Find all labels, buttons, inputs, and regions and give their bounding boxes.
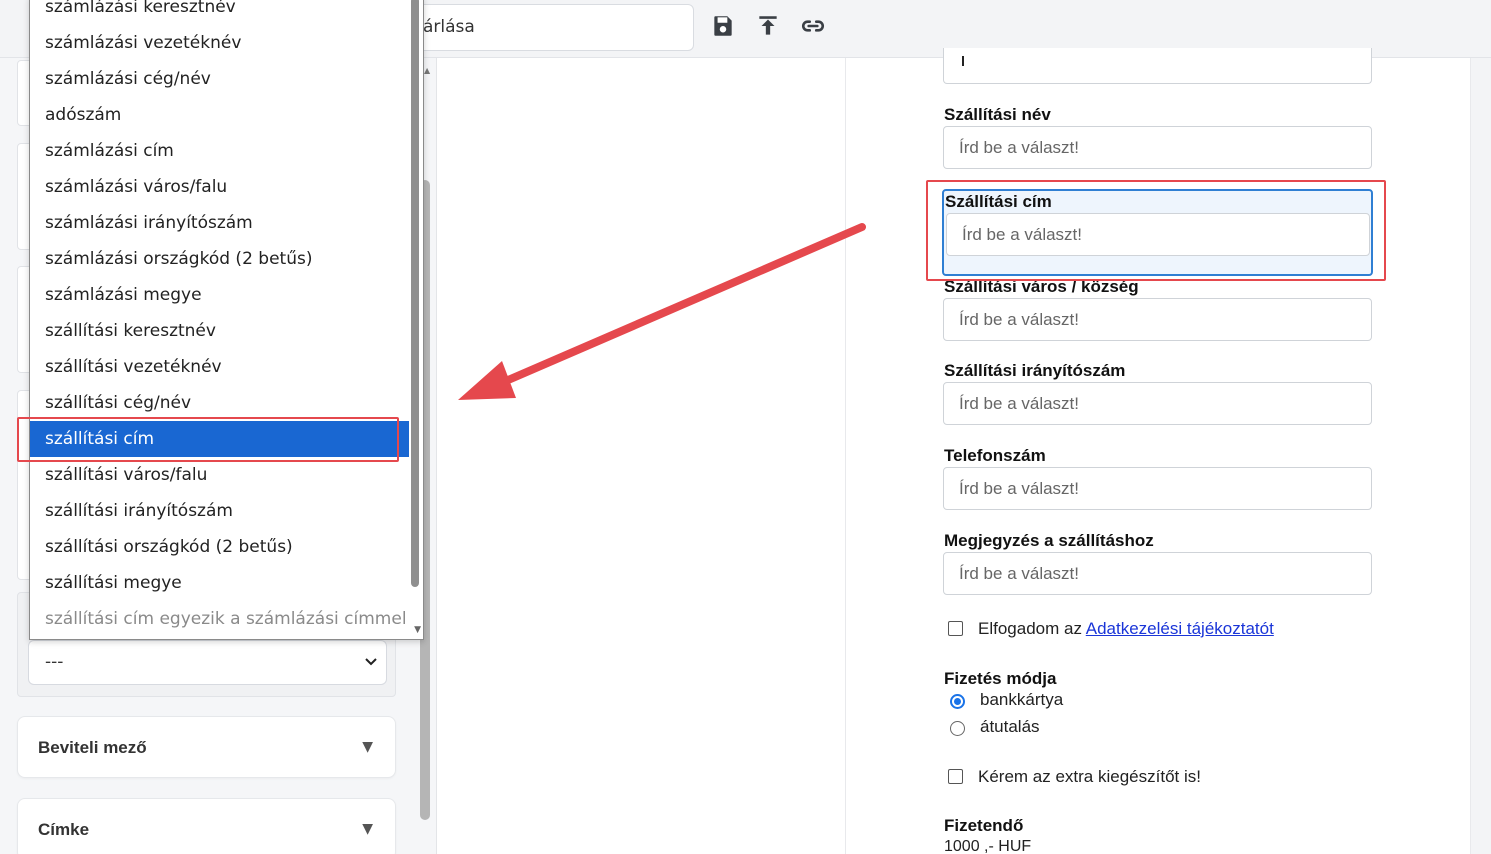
form-border <box>845 58 846 854</box>
accordion-label: Beviteli mező <box>38 738 147 757</box>
shipping-zip-input[interactable]: Írd be a választ! <box>943 382 1372 425</box>
annotation-arrow <box>458 223 866 400</box>
dropdown-scrollbar-thumb[interactable] <box>411 0 419 587</box>
dropdown-option[interactable]: számlázási cég/név <box>30 61 410 97</box>
radio-transfer[interactable] <box>950 721 965 736</box>
accordion-label: Címke <box>38 820 90 839</box>
field-mapping-dropdown-list[interactable]: számlázási keresztnév számlázási vezetékn… <box>29 0 424 640</box>
payment-method-label: Fizetés módja <box>944 669 1057 688</box>
accordion-label-field[interactable]: Címke ▼ <box>17 798 396 854</box>
form-input-partial[interactable] <box>943 48 1372 84</box>
accordion-input-field[interactable]: Beviteli mező ▼ <box>17 716 396 778</box>
extra-text: Kérem az extra kiegészítőt is! <box>978 767 1201 786</box>
shipping-name-input[interactable]: Írd be a választ! <box>943 126 1372 169</box>
dropdown-option[interactable]: szállítási megye <box>30 565 410 601</box>
caret-down-icon: ▼ <box>362 821 373 837</box>
field-label-shipping-zip: Szállítási irányítószám <box>944 361 1126 380</box>
privacy-text: Elfogadom az Adatkezelési tájékoztatót <box>978 619 1274 639</box>
radio-label-transfer: átutalás <box>980 717 1040 736</box>
dropdown-option[interactable]: számlázási megye <box>30 277 410 313</box>
dropdown-option[interactable]: szállítási irányítószám <box>30 493 410 529</box>
shipping-city-input[interactable]: Írd be a választ! <box>943 298 1372 341</box>
total-amount: 1000 ,- HUF <box>944 838 1032 854</box>
shipping-note-input[interactable]: Írd be a választ! <box>943 552 1372 595</box>
field-label-phone: Telefonszám <box>944 446 1046 465</box>
dropdown-option[interactable]: szállítási keresztnév <box>30 313 410 349</box>
phone-input[interactable]: Írd be a választ! <box>943 467 1372 510</box>
form-margin <box>1471 58 1491 854</box>
dropdown-option[interactable]: számlázási város/falu <box>30 169 410 205</box>
scroll-down-arrow[interactable]: ▼ <box>414 625 421 635</box>
dropdown-option[interactable]: számlázási keresztnév <box>30 0 410 25</box>
extra-checkbox[interactable] <box>948 769 963 784</box>
dropdown-option[interactable]: számlázási vezetéknév <box>30 25 410 61</box>
dropdown-option[interactable]: számlázási országkód (2 betűs) <box>30 241 410 277</box>
field-label-shipping-note: Megjegyzés a szállításhoz <box>944 531 1154 550</box>
dropdown-option[interactable]: szállítási cím egyezik a számlázási címm… <box>30 601 410 637</box>
privacy-prefix: Elfogadom az <box>978 619 1082 638</box>
dropdown-option[interactable]: számlázási irányítószám <box>30 205 410 241</box>
annotation-highlight-field <box>926 180 1386 281</box>
save-icon[interactable] <box>710 13 736 39</box>
privacy-checkbox[interactable] <box>948 621 963 636</box>
scroll-up-arrow[interactable]: ▲ <box>424 66 430 75</box>
upload-icon[interactable] <box>755 13 781 39</box>
field-label-shipping-name: Szállítási név <box>944 105 1051 124</box>
dropdown-option[interactable]: szállítási országkód (2 betűs) <box>30 529 410 565</box>
link-icon[interactable] <box>800 13 826 39</box>
dropdown-option[interactable]: adószám <box>30 97 410 133</box>
caret-down-icon: ▼ <box>362 739 373 755</box>
radio-card[interactable] <box>950 694 965 709</box>
dropdown-option[interactable]: szállítási cég/név <box>30 385 410 421</box>
radio-label-card: bankkártya <box>980 690 1064 709</box>
annotation-highlight-dropdown <box>17 417 399 462</box>
privacy-policy-link[interactable]: Adatkezelési tájékoztatót <box>1086 619 1274 638</box>
dropdown-option[interactable]: számlázási cím <box>30 133 410 169</box>
chevron-down-icon <box>364 641 378 701</box>
field-mapping-select[interactable]: --- <box>28 640 387 685</box>
dropdown-option[interactable]: szállítási vezetéknév <box>30 349 410 385</box>
text-cursor <box>962 56 964 66</box>
select-value: --- <box>45 652 64 672</box>
total-label: Fizetendő <box>944 816 1024 835</box>
dropdown-option[interactable]: szállítási város/falu <box>30 457 410 493</box>
